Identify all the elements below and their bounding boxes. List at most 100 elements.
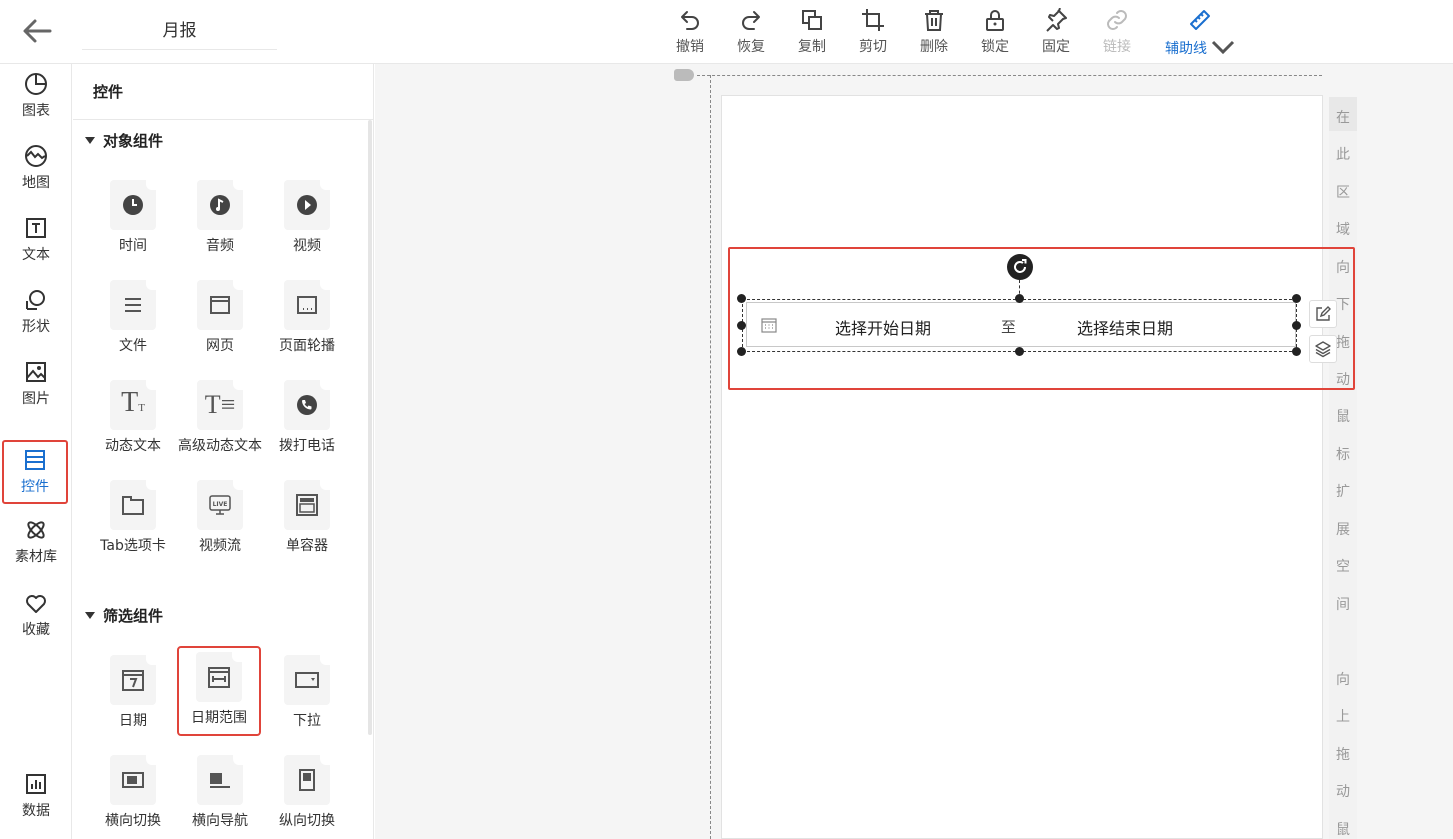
browser-icon: [210, 296, 230, 314]
guideline-button[interactable]: 辅助线: [1163, 8, 1237, 60]
date-range-picker[interactable]: 选择开始日期 至 选择结束日期: [746, 302, 1296, 347]
edit-icon: [1316, 306, 1331, 321]
nav-image-label: 图片: [22, 391, 50, 407]
rotate-handle[interactable]: [1007, 254, 1033, 280]
nav-favorites-label: 收藏: [22, 622, 50, 638]
comp-advanced-dynamic-text[interactable]: T≡ 高级动态文本: [177, 380, 263, 456]
resize-handle-w[interactable]: [737, 321, 746, 330]
comp-label: 视频流: [199, 538, 241, 554]
comp-vertical-switch[interactable]: 纵向切换: [264, 755, 350, 831]
comp-horizontal-switch[interactable]: 横向切换: [90, 755, 176, 831]
redo-label: 恢复: [737, 39, 765, 55]
guideline-vertical[interactable]: [710, 75, 711, 839]
comp-tab[interactable]: Tab选项卡: [90, 480, 176, 556]
resize-handle-sw[interactable]: [737, 347, 746, 356]
crop-icon: [862, 9, 884, 31]
end-date-input[interactable]: 选择结束日期: [1077, 315, 1173, 339]
comp-label: 网页: [206, 338, 234, 354]
hint-char: 此: [1336, 147, 1350, 163]
comp-carousel[interactable]: 页面轮播: [264, 280, 350, 356]
comp-date-range[interactable]: 日期范围: [177, 646, 261, 736]
back-button[interactable]: [20, 14, 54, 48]
live-icon: LIVE: [209, 495, 231, 515]
heart-icon: [26, 595, 46, 613]
comp-dropdown[interactable]: 下拉: [264, 655, 350, 731]
nav-shape[interactable]: 形状: [0, 280, 72, 344]
undo-icon: [681, 11, 699, 30]
guideline-label: 辅助线: [1165, 41, 1207, 57]
resize-handle-n[interactable]: [1015, 294, 1024, 303]
edit-button[interactable]: [1309, 300, 1337, 328]
comp-file[interactable]: 文件: [90, 280, 176, 356]
comp-video[interactable]: 视频: [264, 180, 350, 256]
lock-button[interactable]: 锁定: [970, 8, 1020, 56]
comp-video-stream[interactable]: LIVE 视频流: [177, 480, 263, 556]
link-label: 链接: [1103, 39, 1131, 55]
hint-char: 域: [1336, 222, 1350, 238]
nav-shape-label: 形状: [22, 319, 50, 335]
section-title: 对象组件: [103, 132, 164, 150]
chevron-down-icon[interactable]: [1211, 36, 1235, 60]
resize-handle-ne[interactable]: [1292, 294, 1301, 303]
resize-handle-se[interactable]: [1292, 347, 1301, 356]
svg-text:LIVE: LIVE: [213, 501, 228, 508]
nav-widget-label: 控件: [21, 479, 49, 495]
panel-scrollbar[interactable]: [368, 120, 372, 735]
cut-button[interactable]: 剪切: [848, 8, 898, 56]
music-icon: [210, 195, 230, 215]
comp-webpage[interactable]: 网页: [177, 280, 263, 356]
hint-char: 向: [1336, 672, 1350, 688]
comp-label: 时间: [119, 238, 147, 254]
section-object-components[interactable]: 对象组件: [85, 130, 163, 151]
pin-button[interactable]: 固定: [1031, 8, 1081, 56]
comp-horizontal-nav[interactable]: 横向导航: [177, 755, 263, 831]
copy-icon: [802, 10, 822, 30]
comp-audio[interactable]: 音频: [177, 180, 263, 256]
hint-char: 鼠: [1336, 822, 1350, 838]
comp-label: 动态文本: [105, 438, 161, 454]
undo-button[interactable]: 撤销: [665, 8, 715, 56]
redo-button[interactable]: 恢复: [726, 8, 776, 56]
comp-phone-call[interactable]: 拨打电话: [264, 380, 350, 456]
guideline-tag[interactable]: [674, 69, 694, 81]
guideline-horizontal[interactable]: [697, 75, 1322, 76]
nav-image[interactable]: 图片: [0, 352, 72, 416]
comp-label: 视频: [293, 238, 321, 254]
undo-label: 撤销: [676, 39, 704, 55]
layers-button[interactable]: [1309, 335, 1337, 363]
component-panel: 控件 对象组件 时间 音频 视频 文件 网页 页面轮播 TT 动态文本 T≡ 高…: [73, 64, 374, 839]
start-date-input[interactable]: 选择开始日期: [835, 315, 931, 339]
pin-icon: [1046, 8, 1067, 32]
comp-dynamic-text[interactable]: TT 动态文本: [90, 380, 176, 456]
link-button[interactable]: 链接: [1092, 8, 1142, 56]
resize-handle-e[interactable]: [1292, 321, 1301, 330]
shape-icon: [26, 290, 45, 310]
nav-data[interactable]: 数据: [0, 764, 72, 828]
nav-text[interactable]: 文本: [0, 208, 72, 272]
map-icon: [25, 145, 47, 167]
tab-icon: [122, 496, 144, 515]
copy-button[interactable]: 复制: [787, 8, 837, 56]
resize-handle-s[interactable]: [1015, 347, 1024, 356]
comp-date[interactable]: 日期: [90, 655, 176, 731]
delete-button[interactable]: 删除: [909, 8, 959, 56]
horizontal-switch-icon: [122, 772, 144, 788]
comp-label: 纵向切换: [279, 813, 335, 829]
nav-favorites[interactable]: 收藏: [0, 583, 72, 647]
calendar-icon: [761, 318, 777, 333]
comp-single-container[interactable]: 单容器: [264, 480, 350, 556]
extend-space-strip[interactable]: 在 此 区 域 向 下 拖 动 鼠 标 扩 展 空 间 向 上 拖 动 鼠: [1329, 97, 1357, 839]
copy-label: 复制: [798, 39, 826, 55]
nav-map[interactable]: 地图: [0, 136, 72, 200]
section-filter-components[interactable]: 筛选组件: [85, 605, 163, 626]
resize-handle-nw[interactable]: [737, 294, 746, 303]
nav-chart[interactable]: 图表: [0, 64, 72, 128]
report-title[interactable]: 月报: [82, 8, 277, 50]
bar-chart-icon: [26, 774, 46, 794]
report-page[interactable]: [721, 95, 1323, 839]
nav-assets[interactable]: 素材库: [0, 510, 72, 574]
nav-widget[interactable]: 控件: [2, 440, 68, 504]
date-range-icon: [208, 667, 230, 688]
pie-chart-icon: [25, 73, 47, 95]
comp-time[interactable]: 时间: [90, 180, 176, 256]
